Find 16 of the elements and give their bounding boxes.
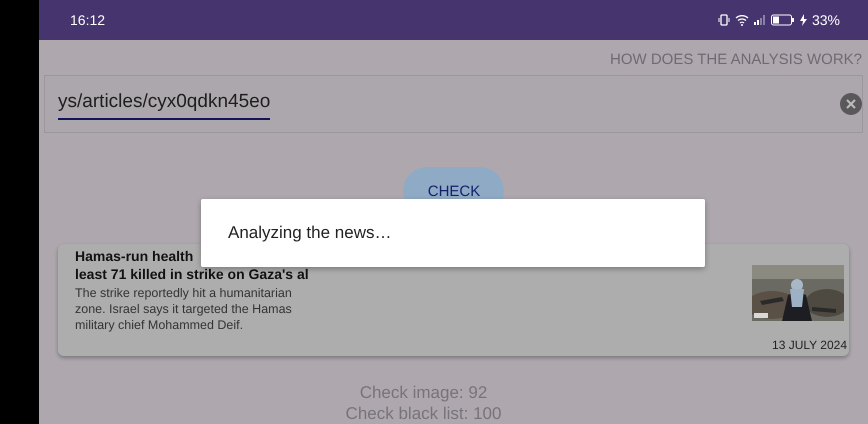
- clock-time: 16:12: [70, 10, 106, 30]
- charging-icon: [800, 14, 807, 26]
- article-date: 13 JULY 2024: [772, 337, 847, 354]
- article-title: Hamas-run health: [75, 247, 194, 265]
- battery-icon: [770, 14, 795, 26]
- battery-percentage: 33%: [812, 10, 840, 30]
- signal-icon: [754, 15, 766, 26]
- clear-button[interactable]: [840, 92, 862, 115]
- url-field[interactable]: ys/articles/cyx0qdkn45eo: [44, 75, 863, 132]
- vibrate-icon: [718, 14, 730, 26]
- article-title: least 71 killed in strike on Gaza's al: [75, 265, 309, 283]
- article-summary: The strike reportedly hit a humanitarian zone. Israel says it targeted the Hamas military chief Mohammed Deif.: [75, 285, 293, 333]
- url-text: ys/articles/cyx0qdkn45eo: [58, 88, 270, 120]
- close-icon: [846, 98, 856, 109]
- wifi-icon: [734, 14, 749, 26]
- dialog-message: Analyzing the news…: [228, 222, 392, 244]
